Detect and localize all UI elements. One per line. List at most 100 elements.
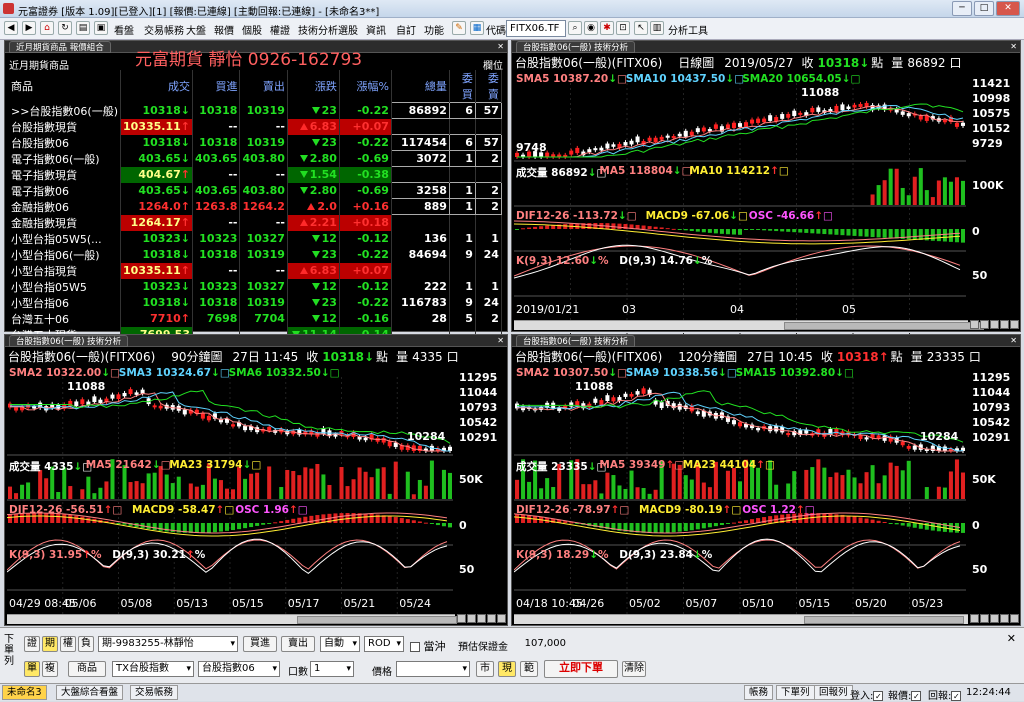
quote-row[interactable]: 小型台指06 10318↓ 10318 10319 23 -0.22 116783 9 24 [9, 294, 502, 311]
status-button-1[interactable]: 下單列 [776, 685, 815, 700]
quote-tab[interactable]: 近月期貨商品 報價組合 [9, 41, 111, 53]
close-window-button[interactable]: ✕ [996, 1, 1020, 16]
quote-row[interactable]: 小型台指05W5 10323↓ 10323 10327 12 -0.12 222 1 1 [9, 278, 502, 295]
zoom-in-icon[interactable] [970, 614, 979, 623]
menu-item-2[interactable]: 大盤 [186, 22, 206, 37]
workspace-tab-1[interactable]: 大盤綜合看盤 [56, 685, 124, 700]
scrollbar-thumb[interactable] [297, 616, 457, 624]
zoom-in-icon[interactable] [970, 320, 979, 329]
chart-plot[interactable] [514, 71, 966, 337]
quote-row[interactable]: 小型台指現貨 10335.11↑ -- -- 6.83 +0.07 [9, 262, 502, 279]
current-price-button[interactable]: 現 [498, 661, 516, 677]
grid-icon[interactable] [1000, 320, 1009, 329]
quote-row[interactable]: 電子指數現貨 404.67↑ -- -- 1.54 -0.38 [9, 166, 502, 183]
workspace-tab-2[interactable]: 交易帳務 [130, 685, 179, 700]
menu-item-10[interactable]: 功能 [424, 22, 444, 37]
print-icon[interactable]: ▤ [76, 21, 90, 35]
settings-icon[interactable] [990, 320, 999, 329]
qty-stepper[interactable]: 1 [310, 661, 354, 677]
quote-row[interactable]: 金融指數06 1264.0↑ 1263.8 1264.2 2.0 +0.16 889 1 2 [9, 198, 502, 215]
workspace-tab-0[interactable]: 未命名3 [2, 685, 47, 700]
close-order-bar-icon[interactable]: ✕ [1007, 632, 1016, 645]
order-tab-0[interactable]: 證 [24, 636, 40, 652]
lock-icon[interactable]: ⊡ [616, 21, 630, 35]
menu-item-6[interactable]: 技術分析 [298, 22, 338, 37]
quote-row[interactable]: 台灣五十06 7710↑ 7698 7704 12 -0.16 28 5 2 [9, 310, 502, 327]
chart-scrollbar[interactable] [514, 614, 968, 624]
minimize-button[interactable]: ─ [952, 1, 972, 16]
order-tab-2[interactable]: 權 [60, 636, 76, 652]
daytrade-checkbox[interactable]: 當沖 [410, 638, 446, 654]
quote-row[interactable]: 台股指數現貨 10335.11↑ -- -- 6.83 +0.07 [9, 118, 502, 135]
scrollbar-thumb[interactable] [784, 322, 984, 330]
menu-item-8[interactable]: 資訊 [366, 22, 386, 37]
quote-row[interactable]: >>台股指數06(一般) 10318↓ 10318 10319 23 -0.22 86892… [9, 102, 502, 119]
close-icon[interactable] [1010, 614, 1019, 623]
chart-tab[interactable]: 台股指數06(一般) 技術分析 [516, 335, 636, 347]
sell-toggle[interactable]: 賣出 [281, 636, 315, 652]
status-button-2[interactable]: 回報列 [814, 685, 853, 700]
zoom-out-icon[interactable] [980, 320, 989, 329]
settings-icon[interactable] [990, 614, 999, 623]
analysis-tools-menu[interactable]: 分析工具 [668, 22, 708, 37]
menu-item-0[interactable]: 看盤 [114, 22, 134, 37]
condition-select[interactable]: ROD [364, 636, 404, 652]
order-type-select[interactable]: 自動 [320, 636, 360, 652]
maximize-button[interactable]: □ [974, 1, 994, 16]
tool-icon[interactable]: ✱ [600, 21, 614, 35]
menu-item-5[interactable]: 權證 [270, 22, 290, 37]
settings-icon[interactable] [477, 614, 486, 623]
search-icon[interactable]: ⌕ [568, 21, 582, 35]
product-select[interactable]: TX台股指數 [112, 661, 194, 677]
quote-row[interactable]: 小型台指06(一般) 10318↓ 10318 10319 23 -0.22 84694 9 2… [9, 246, 502, 263]
menu-item-1[interactable]: 交易帳務 [144, 22, 184, 37]
close-icon[interactable]: ✕ [1010, 336, 1017, 345]
menu-item-4[interactable]: 個股 [242, 22, 262, 37]
menu-item-9[interactable]: 自訂 [396, 22, 416, 37]
zoom-out-icon[interactable] [980, 614, 989, 623]
contract-select[interactable]: 台股指數06 [198, 661, 280, 677]
quote-row[interactable]: 電子指數06(一般) 403.65↓ 403.65 403.80 2.80 -0.69 30… [9, 150, 502, 167]
order-tab-3[interactable]: 負 [78, 636, 94, 652]
submit-order-button[interactable]: 立即下單 [544, 660, 618, 678]
close-icon[interactable]: ✕ [497, 336, 504, 345]
price-input[interactable] [396, 661, 470, 677]
menu-item-7[interactable]: 選股 [338, 22, 358, 37]
close-icon[interactable] [1010, 320, 1019, 329]
buy-toggle[interactable]: 買進 [243, 636, 277, 652]
quote-row[interactable]: 小型台指05W5(... 10323↓ 10323 10327 12 -0.12 136 1 1 [9, 230, 502, 247]
close-icon[interactable]: ✕ [1010, 42, 1017, 51]
back-icon[interactable]: ◀ [4, 21, 18, 35]
account-select[interactable]: 期-9983255-林靜怡 [98, 636, 238, 652]
save-icon[interactable]: ▦ [470, 21, 484, 35]
market-price-button[interactable]: 市 [476, 661, 494, 677]
forward-icon[interactable]: ▶ [22, 21, 36, 35]
chart-tool-icon[interactable]: ▥ [650, 21, 664, 35]
range-price-button[interactable]: 範 [520, 661, 538, 677]
multi-order-toggle[interactable]: 複 [42, 661, 58, 677]
quote-row[interactable]: 電子指數06 403.65↓ 403.65 403.80 2.80 -0.69 3258 1 2 [9, 182, 502, 199]
zoom-in-icon[interactable] [457, 614, 466, 623]
close-icon[interactable]: ✕ [497, 42, 504, 51]
code-input[interactable]: FITX06.TF [506, 20, 566, 37]
chart-plot[interactable] [514, 365, 966, 631]
order-tab-1[interactable]: 期 [42, 636, 58, 652]
scrollbar-thumb[interactable] [804, 616, 964, 624]
chart-scrollbar[interactable] [7, 614, 457, 624]
zoom-out-icon[interactable] [467, 614, 476, 623]
menu-item-3[interactable]: 報價 [214, 22, 234, 37]
quote-row[interactable]: 金融指數現貨 1264.17↑ -- -- 2.21 +0.18 [9, 214, 502, 231]
chart-plot[interactable] [7, 365, 453, 631]
chart-tab[interactable]: 台股指數06(一般) 技術分析 [9, 335, 129, 347]
quote-row[interactable]: 台股指數06 10318↓ 10318 10319 23 -0.22 117454 6 57 [9, 134, 502, 151]
pencil-icon[interactable]: ✎ [452, 21, 466, 35]
product-button[interactable]: 商品 [68, 661, 106, 677]
home-icon[interactable]: ⌂ [40, 21, 54, 35]
status-button-0[interactable]: 帳務 [744, 685, 774, 700]
grid-icon[interactable] [1000, 614, 1009, 623]
refresh-icon[interactable]: ↻ [58, 21, 72, 35]
single-order-toggle[interactable]: 單 [24, 661, 40, 677]
chart-scrollbar[interactable] [514, 320, 984, 330]
chart-tab[interactable]: 台股指數06(一般) 技術分析 [516, 41, 636, 53]
quote-icon[interactable]: ◉ [584, 21, 598, 35]
